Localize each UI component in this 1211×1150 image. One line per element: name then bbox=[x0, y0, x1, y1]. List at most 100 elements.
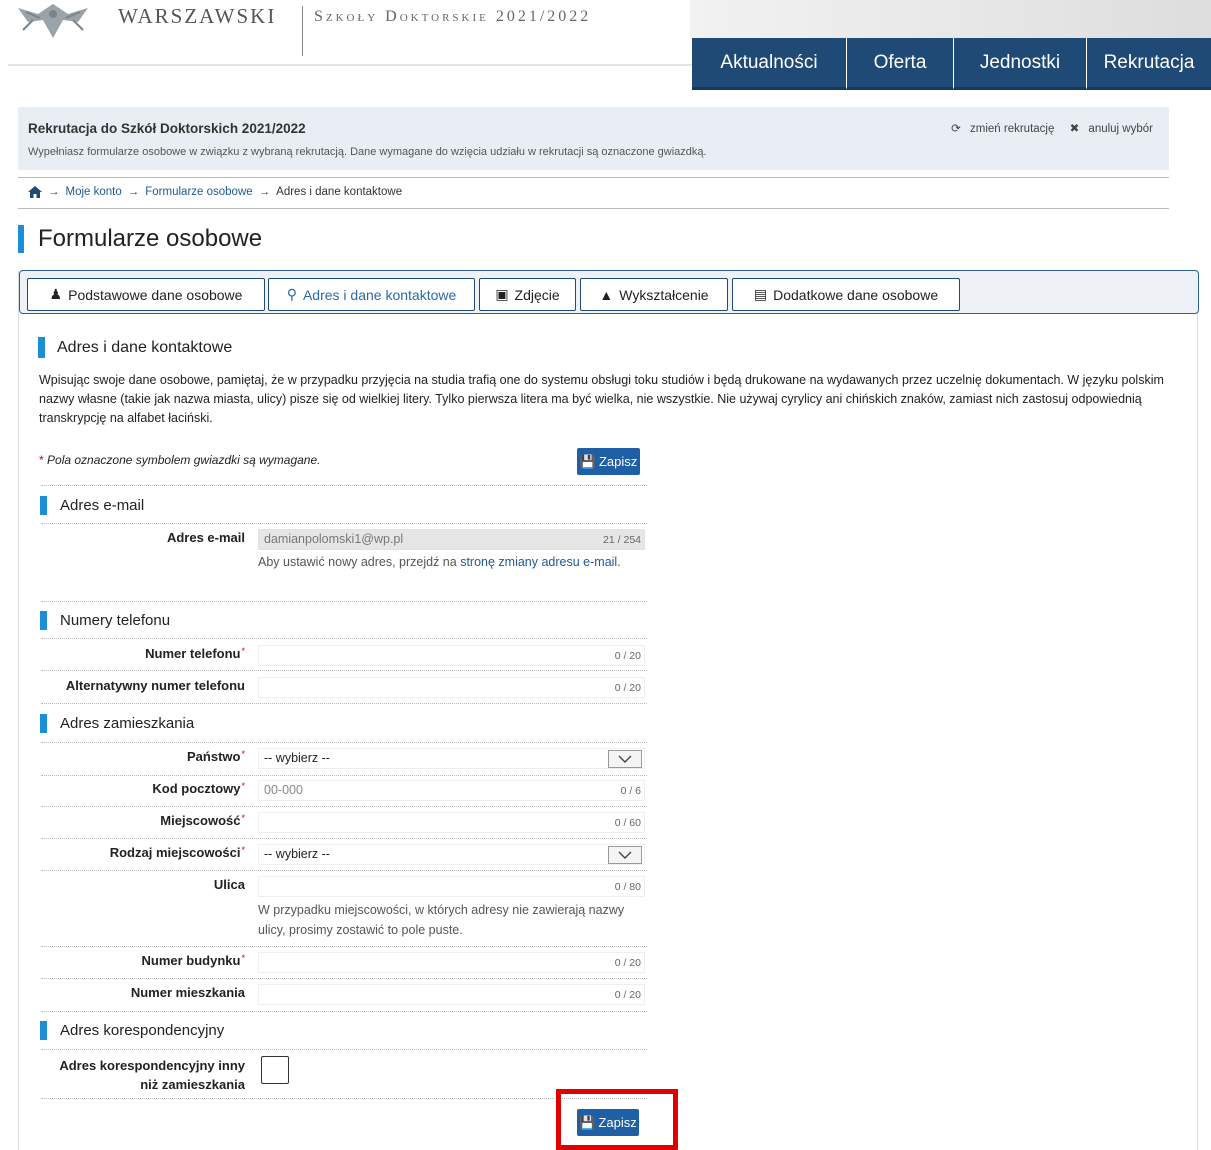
section-heading-text: Adres korespondencyjny bbox=[60, 1022, 225, 1039]
country-selected-value: -- wybierz -- bbox=[264, 751, 330, 765]
nav-aktualnosci[interactable]: Aktualności bbox=[692, 38, 847, 90]
flat-number-input[interactable]: 0 / 20 bbox=[258, 984, 645, 1005]
section-heading-text: Numery telefonu bbox=[60, 612, 171, 629]
refresh-icon: ⟳ bbox=[951, 123, 961, 135]
change-email-link[interactable]: stronę zmiany adresu e-mail bbox=[460, 555, 617, 569]
city-type-selected-value: -- wybierz -- bbox=[264, 847, 330, 861]
section-accent-bar bbox=[40, 611, 47, 630]
correspondence-checkbox[interactable] bbox=[261, 1056, 289, 1084]
tab-education[interactable]: ▲ Wykształcenie bbox=[580, 278, 728, 311]
section-divider bbox=[41, 742, 647, 743]
row-divider bbox=[41, 838, 647, 839]
required-fields-note: * Pola oznaczone symbolem gwiazdki są wy… bbox=[39, 453, 321, 467]
nav-jednostki[interactable]: Jednostki bbox=[954, 38, 1087, 90]
postal-code-input[interactable]: 00-000 0 / 6 bbox=[258, 780, 645, 801]
street-input[interactable]: 0 / 80 bbox=[258, 876, 645, 897]
section-accent-bar bbox=[40, 1021, 47, 1040]
city-label: Miejscowość* bbox=[19, 813, 245, 828]
top-navigation: Aktualności Oferta Jednostki Rekrutacja bbox=[692, 38, 1211, 90]
alt-phone-char-count: 0 / 20 bbox=[614, 682, 641, 694]
postal-code-label-text: Kod pocztowy bbox=[152, 781, 241, 796]
breadcrumb: → Moje konto → Formularze osobowe → Adre… bbox=[28, 186, 402, 198]
phone-section-heading: Numery telefonu bbox=[40, 611, 170, 630]
tab-label: Adres i dane kontaktowe bbox=[302, 286, 457, 303]
building-number-label-text: Numer budynku bbox=[141, 953, 241, 968]
row-divider bbox=[41, 775, 647, 776]
flat-number-char-count: 0 / 20 bbox=[614, 989, 641, 1001]
row-divider bbox=[41, 870, 647, 871]
id-card-icon: ▤ bbox=[753, 286, 768, 302]
section-divider bbox=[41, 703, 647, 704]
correspondence-label: Adres korespondencyjny inny niż zamieszk… bbox=[59, 1058, 245, 1092]
email-label: Adres e-mail bbox=[166, 530, 245, 545]
email-value: damianpolomski1@wp.pl bbox=[264, 532, 404, 546]
section-accent-bar bbox=[40, 496, 47, 515]
section-divider bbox=[41, 523, 647, 524]
cancel-selection-link[interactable]: ✖ anuluj wybór bbox=[1064, 123, 1153, 135]
section-divider bbox=[41, 1049, 647, 1050]
tab-address-contact[interactable]: ⚲ Adres i dane kontaktowe bbox=[268, 278, 475, 311]
home-icon[interactable] bbox=[28, 186, 42, 198]
breadcrumb-my-account[interactable]: Moje konto bbox=[66, 186, 122, 198]
tab-label: Zdjęcie bbox=[514, 286, 560, 303]
city-input[interactable]: 0 / 60 bbox=[258, 812, 645, 833]
building-number-char-count: 0 / 20 bbox=[614, 957, 641, 969]
alt-phone-label: Alternatywny numer telefonu bbox=[65, 678, 245, 693]
postal-code-char-count: 0 / 6 bbox=[620, 785, 641, 797]
arrow-right-icon: → bbox=[127, 186, 140, 198]
city-type-label: Rodzaj miejscowości* bbox=[19, 845, 245, 860]
camera-icon: ▣ bbox=[495, 286, 509, 302]
save-button-top[interactable]: 💾 Zapisz bbox=[577, 448, 640, 475]
street-char-count: 0 / 80 bbox=[614, 881, 641, 893]
tab-label: Dodatkowe dane osobowe bbox=[773, 286, 939, 303]
section-accent-bar bbox=[40, 714, 47, 733]
email-help-text: Aby ustawić nowy adres, przejdź na bbox=[258, 555, 457, 569]
page-title: Formularze osobowe bbox=[38, 225, 263, 252]
logo-divider bbox=[302, 6, 303, 56]
form-intro-text: Wpisując swoje dane osobowe, pamiętaj, ż… bbox=[39, 373, 1164, 425]
tab-basic-data[interactable]: ♟ Podstawowe dane osobowe bbox=[27, 278, 265, 311]
save-label: Zapisz bbox=[598, 454, 638, 469]
required-fields-note-text: Pola oznaczone symbolem gwiazdki są wyma… bbox=[47, 453, 321, 467]
required-star: * bbox=[241, 813, 245, 823]
map-marker-icon: ⚲ bbox=[286, 286, 297, 302]
form-heading: Adres i dane kontaktowe bbox=[38, 337, 232, 358]
section-divider bbox=[41, 485, 647, 486]
street-help: W przypadku miejscowości, w których adre… bbox=[258, 903, 625, 937]
arrow-right-icon: → bbox=[258, 186, 271, 198]
highlight-box bbox=[556, 1089, 678, 1150]
alt-phone-input[interactable]: 0 / 20 bbox=[258, 677, 645, 698]
tab-additional-data[interactable]: ▤ Dodatkowe dane osobowe bbox=[732, 278, 960, 311]
building-number-input[interactable]: 0 / 20 bbox=[258, 952, 645, 973]
chevron-down-icon bbox=[608, 750, 642, 768]
email-section-heading: Adres e-mail bbox=[40, 496, 144, 515]
page-title-wrap: Formularze osobowe bbox=[18, 224, 262, 254]
required-star: * bbox=[241, 781, 245, 791]
nav-oferta[interactable]: Oferta bbox=[847, 38, 954, 90]
email-help: Aby ustawić nowy adres, przejdź na stron… bbox=[258, 555, 621, 569]
change-recruitment-link[interactable]: ⟳ zmień rekrutację bbox=[945, 123, 1054, 135]
email-field[interactable]: damianpolomski1@wp.pl 21 / 254 bbox=[258, 529, 645, 550]
correspondence-section-heading: Adres korespondencyjny bbox=[40, 1021, 224, 1040]
section-heading-text: Adres e-mail bbox=[60, 497, 145, 514]
recruitment-info-panel: Rekrutacja do Szkół Doktorskich 2021/202… bbox=[18, 107, 1169, 170]
user-icon: ♟ bbox=[49, 286, 63, 302]
phone-input[interactable]: 0 / 20 bbox=[258, 645, 645, 666]
country-select[interactable]: -- wybierz -- bbox=[258, 748, 645, 769]
nav-rekrutacja[interactable]: Rekrutacja bbox=[1087, 38, 1211, 90]
city-type-select[interactable]: -- wybierz -- bbox=[258, 844, 645, 865]
phone-label-text: Numer telefonu bbox=[145, 646, 241, 661]
section-divider bbox=[41, 638, 647, 639]
section-divider bbox=[41, 601, 647, 602]
form-tabs: ♟ Podstawowe dane osobowe ⚲ Adres i dane k… bbox=[19, 270, 1199, 314]
change-recruitment-label: zmień rekrutację bbox=[970, 123, 1055, 135]
tab-photo[interactable]: ▣ Zdjęcie bbox=[479, 278, 576, 311]
country-label: Państwo* bbox=[19, 749, 245, 764]
form-heading-text: Adres i dane kontaktowe bbox=[57, 338, 233, 356]
graduation-cap-icon: ▲ bbox=[599, 286, 614, 303]
required-star: * bbox=[241, 646, 245, 656]
postal-code-placeholder: 00-000 bbox=[264, 783, 303, 797]
header-background bbox=[690, 0, 1211, 40]
country-label-text: Państwo bbox=[187, 749, 241, 764]
breadcrumb-personal-forms[interactable]: Formularze osobowe bbox=[145, 186, 252, 198]
